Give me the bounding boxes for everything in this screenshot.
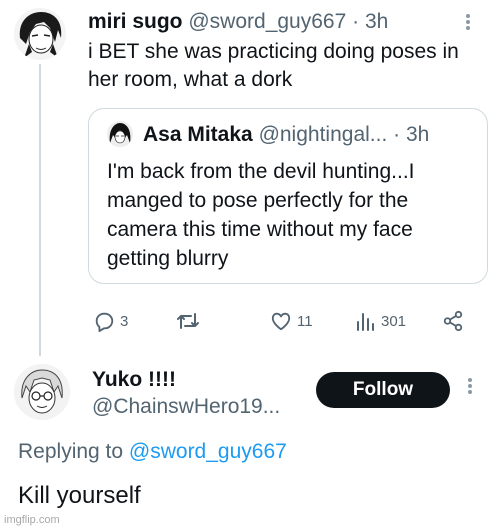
follow-button[interactable]: Follow (316, 372, 450, 408)
imgflip-watermark: imgflip.com (4, 514, 60, 526)
tweet-author-handle[interactable]: @sword_guy667 (188, 10, 346, 33)
views-button[interactable]: 301 (356, 304, 406, 338)
quoted-tweet-header: Asa Mitaka @nightingal... · 3h (143, 121, 429, 149)
quoted-author-handle: @nightingal... (258, 123, 388, 146)
reply-button[interactable]: 3 (93, 304, 128, 338)
reply-count: 3 (120, 312, 129, 330)
replying-to-handle-link[interactable]: @sword_guy667 (129, 440, 287, 463)
like-count: 11 (297, 312, 313, 330)
separator-dot: · (393, 123, 401, 146)
quoted-author-name: Asa Mitaka (143, 123, 253, 146)
more-icon[interactable] (464, 376, 476, 402)
quoted-timestamp: 3h (405, 123, 430, 146)
views-count: 301 (381, 312, 407, 330)
retweet-icon (176, 310, 200, 332)
tweet-text: i BET she was practicing doing poses in … (88, 40, 459, 91)
tweet-timestamp[interactable]: 3h (365, 10, 388, 33)
replying-to-label: Replying to (18, 440, 129, 463)
quoted-tweet-text: I'm back from the devil hunting...I mang… (107, 160, 415, 270)
replying-to-line: Replying to @sword_guy667 (18, 438, 287, 466)
share-button[interactable] (442, 304, 464, 338)
separator-dot: · (352, 10, 360, 33)
like-icon (270, 310, 292, 332)
tweet-author-name[interactable]: miri sugo (88, 10, 183, 33)
yuko-avatar[interactable] (14, 364, 70, 420)
share-icon (442, 310, 464, 332)
reply-icon (93, 310, 115, 332)
like-button[interactable]: 11 (270, 304, 313, 338)
reply-text: Kill yourself (18, 482, 141, 509)
more-icon[interactable] (462, 12, 474, 38)
quoted-tweet-card[interactable]: Asa Mitaka @nightingal... · 3h I'm back … (88, 108, 488, 284)
reply-author-handle[interactable]: @ChainswHero19... (92, 393, 280, 421)
reply-author-name[interactable]: Yuko !!!! (92, 366, 176, 394)
tweet-action-bar: 3 11 301 (0, 304, 500, 338)
tweet-header: miri sugo @sword_guy667 · 3h (88, 8, 388, 36)
views-icon (356, 310, 376, 332)
miri-sugo-avatar[interactable] (14, 8, 66, 60)
asa-mitaka-avatar[interactable] (107, 121, 133, 147)
retweet-button[interactable] (176, 304, 200, 338)
